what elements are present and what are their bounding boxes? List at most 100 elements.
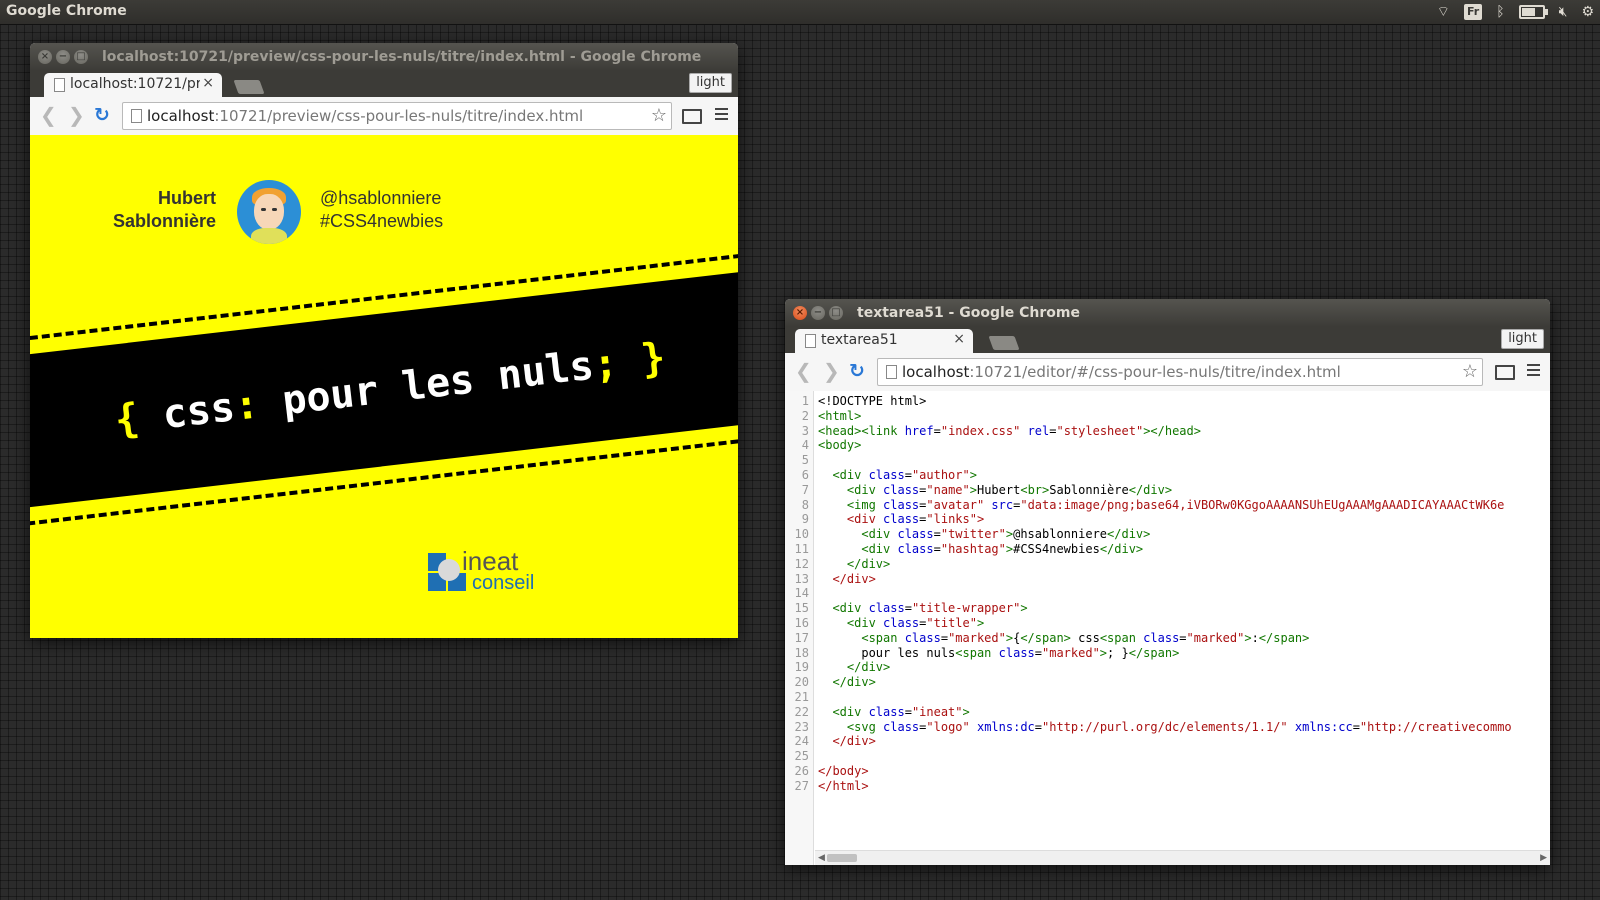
profile-button[interactable]: light — [1501, 329, 1544, 349]
reload-icon[interactable]: ↻ — [94, 105, 110, 125]
author-links: @hsablonniere #CSS4newbies — [320, 187, 443, 233]
code-line[interactable]: <body> — [818, 438, 861, 453]
window-title: textarea51 - Google Chrome — [857, 305, 1081, 321]
scroll-left-icon[interactable]: ◀ — [818, 851, 825, 865]
address-bar[interactable]: localhost:10721/editor/#/css-pour-les-nu… — [877, 358, 1483, 386]
line-number: 9 — [801, 512, 809, 527]
line-number: 1 — [801, 394, 809, 408]
volume-muted-icon[interactable]: 🔇︎ — [1559, 0, 1568, 24]
tab-close-icon[interactable]: × — [953, 331, 965, 347]
new-tab-button[interactable] — [988, 336, 1020, 350]
keyboard-layout-indicator[interactable]: Fr — [1463, 4, 1483, 20]
line-number: 3 — [801, 423, 809, 438]
window-minimize-button[interactable]: − — [811, 306, 825, 320]
window-maximize-button[interactable]: □ — [74, 50, 88, 64]
new-tab-button[interactable] — [233, 80, 265, 94]
code-line[interactable]: <div class="hashtag">#CSS4newbies</div> — [818, 542, 1143, 557]
hashtag: #CSS4newbies — [320, 211, 444, 231]
window-title: localhost:10721/preview/css-pour-les-nul… — [102, 49, 702, 65]
editor-titlebar[interactable]: × − □ textarea51 - Google Chrome — [785, 299, 1550, 327]
code-line[interactable]: <!DOCTYPE html> — [818, 394, 926, 409]
line-number: 4 — [801, 438, 809, 453]
wifi-icon[interactable]: ⌔ — [1437, 0, 1450, 24]
window-close-button[interactable]: × — [793, 306, 807, 320]
code-line[interactable]: <head><link href="index.css" rel="styles… — [818, 424, 1201, 439]
active-app-name: Google Chrome — [6, 3, 127, 19]
tab-strip: textarea51 × light — [785, 327, 1550, 353]
code-line[interactable]: <div class="title"> — [818, 616, 984, 631]
cast-icon[interactable] — [1495, 365, 1515, 380]
battery-icon[interactable] — [1518, 5, 1548, 19]
ineat-logo: ineat conseil — [428, 546, 534, 593]
code-line[interactable]: <div class="ineat"> — [818, 705, 969, 720]
svg-text:conseil: conseil — [472, 572, 534, 593]
horizontal-scrollbar[interactable]: ◀ ▶ — [815, 850, 1550, 865]
code-line[interactable]: pour les nuls<span class="marked">; }</s… — [818, 646, 1179, 661]
line-number: 22 — [794, 704, 809, 719]
url-text[interactable]: localhost:10721/editor/#/css-pour-les-nu… — [902, 359, 1341, 385]
scrollbar-thumb[interactable] — [827, 854, 857, 862]
code-line[interactable]: </div> — [818, 660, 890, 675]
bookmark-star-icon[interactable]: ☆ — [651, 103, 667, 129]
code-line[interactable]: <img class="avatar" src="data:image/png;… — [818, 498, 1505, 513]
code-line[interactable]: </div> — [818, 734, 875, 749]
code-line[interactable]: </div> — [818, 572, 875, 587]
slide-preview: Hubert Sablonnière @hsablonniere #CSS4ne… — [30, 135, 738, 638]
code-line[interactable]: </html> — [818, 779, 869, 794]
line-number: 10 — [794, 527, 809, 542]
line-number: 12 — [794, 556, 809, 571]
reload-icon[interactable]: ↻ — [849, 361, 865, 381]
tab-title: textarea51 — [821, 332, 898, 348]
browser-toolbar: ❮ ❯ ↻ localhost:10721/preview/css-pour-l… — [30, 97, 738, 136]
window-minimize-button[interactable]: − — [56, 50, 70, 64]
line-number: 21 — [794, 690, 809, 704]
code-line[interactable]: <div class="name">Hubert<br>Sablonnière<… — [818, 483, 1172, 498]
window-maximize-button[interactable]: □ — [829, 306, 843, 320]
back-icon[interactable]: ❮ — [40, 105, 57, 125]
top-panel: Google Chrome ⌔ Fr ᛒ 🔇︎ ⚙ — [0, 0, 1600, 24]
gear-icon[interactable]: ⚙ — [1581, 0, 1594, 24]
code-line[interactable]: </div> — [818, 557, 890, 572]
bluetooth-icon[interactable]: ᛒ — [1496, 0, 1504, 24]
menu-icon[interactable] — [715, 108, 728, 120]
line-number: 2 — [801, 408, 809, 423]
url-text[interactable]: localhost:10721/preview/css-pour-les-nul… — [147, 103, 583, 129]
line-number: 26 — [794, 764, 809, 778]
bookmark-star-icon[interactable]: ☆ — [1462, 359, 1478, 385]
profile-button[interactable]: light — [689, 73, 732, 93]
browser-tab[interactable]: localhost:10721/preview/css-pour-les-nul… — [44, 73, 222, 97]
menu-icon[interactable] — [1527, 364, 1540, 376]
line-number: 27 — [794, 778, 809, 793]
back-icon[interactable]: ❮ — [795, 361, 812, 381]
preview-browser-window: × − □ localhost:10721/preview/css-pour-l… — [30, 43, 738, 638]
address-bar[interactable]: localhost:10721/preview/css-pour-les-nul… — [122, 102, 672, 130]
code-line[interactable]: <html> — [818, 409, 861, 424]
line-number: 7 — [801, 482, 809, 497]
line-number: 24 — [794, 734, 809, 749]
browser-tab[interactable]: textarea51 × — [795, 329, 973, 353]
line-number: 19 — [794, 660, 809, 675]
page-icon — [886, 365, 897, 379]
code-editor[interactable]: 1 <!DOCTYPE html> 2 <html> 3 <head><link href… — [785, 391, 1550, 865]
forward-icon[interactable]: ❯ — [823, 361, 840, 381]
code-line[interactable]: <svg class="logo" xmlns:dc="http://purl.… — [818, 720, 1512, 735]
code-line[interactable]: </div> — [818, 675, 875, 690]
system-tray: ⌔ Fr ᛒ 🔇︎ ⚙ — [1437, 0, 1594, 24]
forward-icon[interactable]: ❯ — [68, 105, 85, 125]
scroll-right-icon[interactable]: ▶ — [1540, 851, 1547, 865]
line-number: 8 — [801, 497, 809, 512]
cast-icon[interactable] — [682, 109, 702, 124]
preview-titlebar[interactable]: × − □ localhost:10721/preview/css-pour-l… — [30, 43, 738, 71]
code-line[interactable]: <div class="twitter">@hsablonniere</div> — [818, 527, 1150, 542]
page-icon — [131, 109, 142, 123]
code-line[interactable]: <div class="author"> — [818, 468, 977, 483]
code-line[interactable]: <div class="title-wrapper"> — [818, 601, 1027, 616]
author-name: Hubert Sablonnière — [112, 188, 216, 231]
window-close-button[interactable]: × — [38, 50, 52, 64]
code-line[interactable]: <span class="marked">{</span> css<span c… — [818, 631, 1309, 646]
code-line[interactable]: </body> — [818, 764, 869, 779]
code-line[interactable]: <div class="links"> — [818, 512, 984, 527]
line-number: 25 — [794, 749, 809, 764]
tab-close-icon[interactable]: × — [202, 75, 214, 91]
slide-title: { css: pour les nuls; } — [112, 334, 668, 444]
